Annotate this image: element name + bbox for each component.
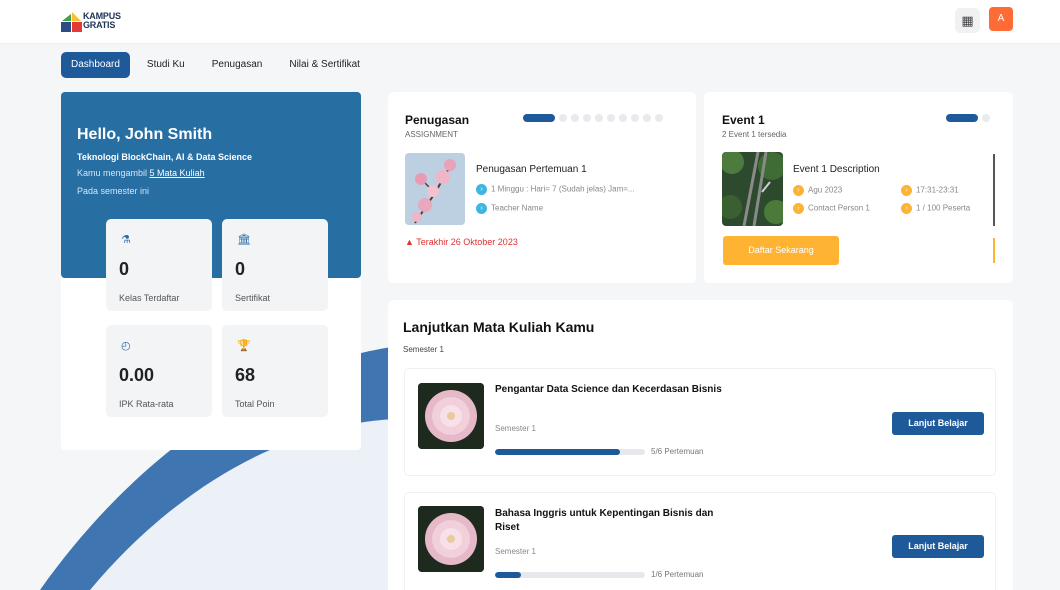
carousel-dot-active[interactable] (946, 114, 978, 122)
event-item-title[interactable]: Event 1 Description (793, 164, 880, 175)
course-progress-bar (495, 449, 645, 455)
avatar[interactable]: A (989, 7, 1013, 31)
carousel-dot[interactable] (982, 114, 990, 122)
course-card[interactable]: Bahasa Inggris untuk Kepentingan Bisnis … (404, 492, 996, 590)
stat-value: 68 (235, 365, 256, 385)
assignment-subtitle: ASSIGNMENT (405, 130, 458, 139)
top-bar: KAMPUS GRATIS ▦ A (0, 0, 1060, 44)
carousel-dot[interactable] (595, 114, 603, 122)
course-card[interactable]: Pengantar Data Science dan Kecerdasan Bi… (404, 368, 996, 476)
main-tabs: Dashboard Studi Ku Penugasan Nilai & Ser… (61, 52, 377, 78)
carousel-dots[interactable] (523, 114, 663, 122)
flask-icon: ⚗ (121, 234, 131, 246)
course-thumbnail (418, 383, 484, 449)
stat-label: Sertifikat (235, 293, 271, 303)
stat-value: 0 (119, 259, 130, 279)
building-icon: 🏛 (237, 234, 251, 246)
event-card: Event 1 2 Event 1 tersedia Event 1 Descr… (704, 92, 1013, 283)
next-item-edge (993, 154, 995, 226)
assignment-thumbnail (405, 153, 465, 225)
railway-image (722, 152, 783, 226)
carousel-dot[interactable] (583, 114, 591, 122)
greeting: Hello, John Smith (77, 126, 213, 143)
course-progress-label: 5/6 Pertemuan (651, 447, 704, 456)
next-button-edge (993, 238, 995, 263)
carousel-dot[interactable] (655, 114, 663, 122)
course-thumbnail (418, 506, 484, 572)
tab-dashboard[interactable]: Dashboard (61, 52, 130, 78)
event-time: › 17:31-23:31 (901, 185, 959, 196)
carousel-dot[interactable] (643, 114, 651, 122)
logo-text: KAMPUS GRATIS (83, 11, 121, 30)
carousel-dot[interactable] (559, 114, 567, 122)
chevron-right-icon: › (476, 184, 487, 195)
stat-value: 0.00 (119, 365, 155, 385)
event-date: › Agu 2023 (793, 185, 842, 196)
chevron-right-icon: › (793, 185, 804, 196)
courses-taken: Kamu mengambil 5 Mata Kuliah (77, 168, 205, 178)
event-participants: › 1 / 100 Peserta (901, 203, 970, 214)
dahlia-image (418, 506, 484, 572)
chevron-right-icon: › (793, 203, 804, 214)
stat-ipk: ◴ 0.00 IPK Rata-rata (106, 325, 212, 417)
event-contact: › Contact Person 1 (793, 203, 870, 214)
trophy-icon: 🏆 (237, 340, 251, 352)
assignment-duration: › 1 Minggu : Hari= 7 (Sudah jelas) Jam=..… (476, 184, 676, 195)
course-progress-label: 1/6 Pertemuan (651, 570, 704, 579)
stat-sertifikat: 🏛 0 Sertifikat (222, 219, 328, 311)
tab-studi-ku[interactable]: Studi Ku (137, 52, 195, 78)
stat-total-poin: 🏆 68 Total Poin (222, 325, 328, 417)
progress-fill (495, 449, 620, 455)
warning-icon: ▲ (405, 237, 414, 247)
carousel-dot[interactable] (631, 114, 639, 122)
register-button[interactable]: Daftar Sekarang (723, 236, 839, 265)
dahlia-image (418, 383, 484, 449)
stat-value: 0 (235, 259, 246, 279)
carousel-dot-active[interactable] (523, 114, 555, 122)
assignment-item-title[interactable]: Penugasan Pertemuan 1 (476, 164, 587, 175)
tab-nilai-sertifikat[interactable]: Nilai & Sertifikat (279, 52, 370, 78)
stat-kelas-terdaftar: ⚗ 0 Kelas Terdaftar (106, 219, 212, 311)
event-carousel-dots[interactable] (946, 114, 990, 122)
course-semester: Semester 1 (495, 547, 536, 556)
chevron-right-icon: › (901, 185, 912, 196)
course-progress-bar (495, 572, 645, 578)
kampus-gratis-logo[interactable]: KAMPUS GRATIS (61, 9, 121, 35)
continue-title: Lanjutkan Mata Kuliah Kamu (403, 319, 595, 335)
carousel-dot[interactable] (619, 114, 627, 122)
tab-penugasan[interactable]: Penugasan (202, 52, 273, 78)
carousel-dot[interactable] (607, 114, 615, 122)
continue-semester: Semester 1 (403, 345, 444, 354)
stat-label: IPK Rata-rata (119, 399, 174, 409)
program-name: Teknologi BlockChain, AI & Data Science (77, 152, 253, 162)
logo-mark-icon (61, 12, 82, 32)
event-subtitle: 2 Event 1 tersedia (722, 130, 787, 139)
assignment-deadline: ▲ Terakhir 26 Oktober 2023 (405, 237, 518, 247)
assignment-title: Penugasan (405, 113, 470, 127)
chevron-right-icon: › (476, 203, 487, 214)
semester-note: Pada semester ini (77, 186, 150, 196)
course-title[interactable]: Pengantar Data Science dan Kecerdasan Bi… (495, 383, 735, 397)
courses-taken-link[interactable]: 5 Mata Kuliah (150, 168, 205, 178)
progress-fill (495, 572, 521, 578)
continue-learning-button[interactable]: Lanjut Belajar (892, 535, 984, 558)
grid-icon[interactable]: ▦ (955, 8, 980, 33)
stat-label: Total Poin (235, 399, 275, 409)
assignment-teacher: › Teacher Name (476, 203, 543, 214)
course-title[interactable]: Bahasa Inggris untuk Kepentingan Bisnis … (495, 507, 735, 535)
event-thumbnail (722, 152, 783, 226)
stat-label: Kelas Terdaftar (119, 293, 180, 303)
carousel-dot[interactable] (571, 114, 579, 122)
continue-learning-button[interactable]: Lanjut Belajar (892, 412, 984, 435)
event-title: Event 1 (722, 113, 765, 127)
blossom-image (405, 153, 465, 225)
chevron-right-icon: › (901, 203, 912, 214)
course-semester: Semester 1 (495, 424, 536, 433)
clock-icon: ◴ (121, 340, 131, 352)
assignment-card: Penugasan ASSIGNMENT Penugasan Pertemuan… (388, 92, 696, 283)
